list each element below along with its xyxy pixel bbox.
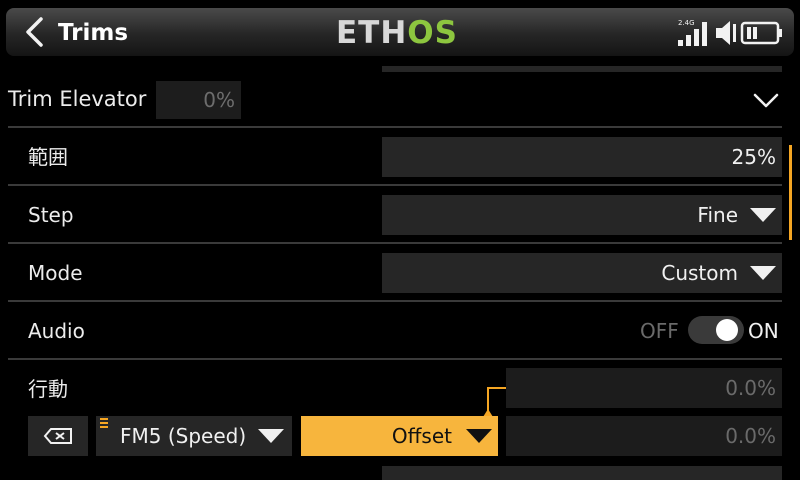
action-value-field[interactable]: 0.0%: [506, 368, 782, 408]
link-line: [488, 387, 506, 389]
range-label: 範囲: [28, 145, 68, 169]
back-button[interactable]: [14, 12, 54, 52]
flight-mode-dropdown[interactable]: FM5 (Speed): [96, 416, 292, 456]
ethos-logo: ETHOS: [336, 14, 458, 52]
divider: [8, 184, 782, 186]
mode-dropdown[interactable]: Custom: [382, 253, 782, 293]
dropdown-arrow-icon: [750, 208, 776, 222]
action-label: 行動: [28, 377, 68, 401]
step-value: Fine: [697, 203, 738, 227]
offset-value-field[interactable]: 0.0%: [506, 416, 782, 456]
step-dropdown[interactable]: Fine: [382, 195, 782, 235]
toggle-knob[interactable]: [716, 319, 738, 341]
divider: [8, 300, 782, 302]
divider: [8, 358, 782, 360]
field-strip-bottom: [382, 466, 782, 480]
step-label: Step: [28, 203, 74, 227]
action-type-value: Offset: [391, 424, 452, 448]
audio-off-label: OFF: [640, 319, 679, 343]
battery-icon: [740, 21, 782, 45]
dropdown-arrow-icon: [750, 266, 776, 280]
collapse-button[interactable]: [752, 90, 780, 110]
mode-value: Custom: [661, 261, 738, 285]
divider: [8, 242, 782, 244]
chevron-down-icon: [753, 93, 779, 108]
divider: [8, 126, 782, 128]
mode-label: Mode: [28, 261, 83, 285]
delete-button[interactable]: [28, 416, 88, 456]
range-value: 25%: [731, 145, 776, 169]
chevron-left-icon: [26, 17, 43, 47]
dropdown-arrow-icon: [258, 429, 285, 443]
speaker-icon: [716, 21, 736, 45]
section-title: Trim Elevator: [8, 87, 147, 111]
status-icons: 2.4G: [676, 16, 792, 48]
signal-bars-icon: 2.4G: [678, 19, 707, 46]
logo-text-eth: ETH: [336, 15, 408, 51]
flight-mode-value: FM5 (Speed): [120, 424, 247, 448]
action-type-dropdown[interactable]: Offset: [301, 416, 498, 456]
range-field[interactable]: 25%: [382, 137, 782, 177]
backspace-icon: [43, 428, 72, 444]
signal-label: 2.4G: [678, 19, 695, 27]
trim-value-readout: 0%: [156, 81, 241, 119]
scrollbar[interactable]: [789, 145, 792, 240]
logo-text-os: OS: [407, 15, 458, 51]
list-icon: [100, 418, 108, 428]
audio-on-label: ON: [748, 319, 779, 343]
field-strip-top: [382, 66, 782, 72]
page-title: Trims: [58, 20, 129, 46]
audio-label: Audio: [28, 319, 85, 343]
dropdown-arrow-icon: [466, 429, 492, 443]
